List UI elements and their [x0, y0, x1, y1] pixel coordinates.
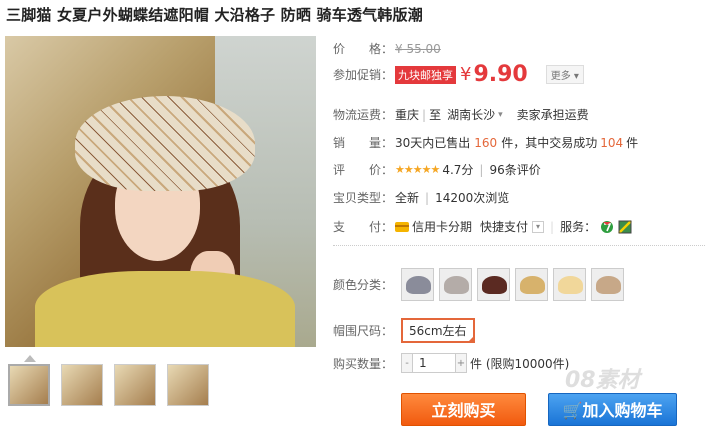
color-swatch-3[interactable]: [477, 268, 510, 301]
swatch-hat-shape: [482, 276, 507, 294]
product-type-label: 宝贝类型：: [333, 191, 394, 205]
price-row: 价 格： ¥ 55.00: [333, 40, 441, 57]
view-count: 14200次浏览: [435, 191, 510, 205]
promotion-badge: 九块邮独享: [395, 65, 456, 84]
rating-score: 4.7分: [442, 163, 474, 177]
quantity-input[interactable]: 1: [413, 353, 455, 373]
promo-price: 9.90: [473, 62, 528, 87]
color-swatch-4[interactable]: [515, 268, 548, 301]
rating-label: 评 价：: [333, 163, 394, 177]
success-count: 104: [600, 135, 624, 150]
add-to-cart-button[interactable]: 🛒加入购物车: [548, 393, 677, 426]
payment-label: 支 付：: [333, 220, 394, 234]
rating-separator: |: [479, 162, 484, 177]
payment-dropdown-icon[interactable]: ▾: [532, 220, 545, 233]
promotion-row: 参加促销： 九块邮独享 ¥ 9.90 更多 ▾: [333, 62, 584, 87]
price-label: 价 格：: [333, 42, 394, 56]
thumbnail-2[interactable]: [61, 364, 103, 406]
swatch-hat-shape: [444, 276, 469, 294]
swatch-hat-shape: [406, 276, 431, 294]
cart-icon: 🛒: [562, 401, 583, 420]
image-hat: [75, 96, 255, 191]
shipping-row: 物流运费： 重庆 | 至 湖南长沙 ▾ 卖家承担运费: [333, 106, 589, 123]
color-swatch-2[interactable]: [439, 268, 472, 301]
star-rating-icon: ★★★★★: [395, 163, 440, 176]
color-swatch-5[interactable]: [553, 268, 586, 301]
quantity-plus-button[interactable]: +: [455, 353, 467, 373]
sales-prefix: 30天内已售出: [395, 136, 471, 150]
service-guarantee-icon[interactable]: [618, 219, 632, 234]
thumbnail-pointer-icon: [24, 355, 36, 362]
rating-row: 评 价： ★★★★★ 4.7分 | 96条评价: [333, 161, 541, 178]
shipping-fee: 卖家承担运费: [516, 108, 589, 122]
shipping-label: 物流运费：: [333, 108, 394, 122]
credit-installment-link[interactable]: 信用卡分期: [412, 218, 472, 235]
product-title: 三脚猫 女夏户外蝴蝶结遮阳帽 大沿格子 防晒 骑车透气韩版潮: [6, 6, 423, 24]
color-swatch-1[interactable]: [401, 268, 434, 301]
shipping-separator: |: [422, 107, 427, 122]
size-option-selected[interactable]: 56cm左右: [401, 318, 475, 343]
quantity-label: 购买数量：: [333, 356, 394, 371]
main-product-image[interactable]: [5, 36, 316, 347]
size-row: 帽围尺码： 56cm左右: [333, 318, 475, 343]
promotion-label: 参加促销：: [333, 68, 394, 82]
product-type-separator: |: [425, 190, 430, 205]
quantity-limit-note: 件 (限购10000件): [470, 356, 570, 371]
destination-dropdown-icon[interactable]: ▾: [498, 110, 503, 120]
payment-separator-icon: |: [550, 219, 555, 234]
watermark-text: 08素材: [565, 368, 640, 393]
thumbnail-1[interactable]: [8, 364, 50, 406]
section-divider: [333, 245, 705, 246]
credit-card-icon: [395, 221, 409, 232]
product-type-value: 全新: [395, 191, 420, 205]
original-price: ¥ 55.00: [395, 41, 441, 56]
swatch-hat-shape: [520, 276, 545, 294]
shipping-to-prefix: 至: [429, 108, 442, 122]
sales-row: 销 量： 30天内已售出 160 件，其中交易成功 104 件: [333, 134, 638, 151]
service-label: 服务：: [560, 220, 597, 234]
quantity-row: 购买数量： - 1 + 件 (限购10000件): [333, 353, 569, 373]
quick-pay-link[interactable]: 快捷支付: [480, 218, 528, 235]
sold-count: 160: [474, 135, 498, 150]
shipping-destination[interactable]: 湖南长沙: [447, 106, 495, 123]
image-coat: [35, 271, 295, 347]
add-to-cart-label: 加入购物车: [582, 401, 663, 420]
sales-mid: 件，其中交易成功: [501, 136, 598, 150]
swatch-hat-shape: [558, 276, 583, 294]
thumbnail-strip: [8, 364, 209, 406]
seven-day-return-icon[interactable]: [600, 220, 614, 234]
payment-row: 支 付： 信用卡分期 快捷支付 ▾ | 服务：: [333, 218, 632, 235]
color-label: 颜色分类：: [333, 278, 394, 292]
thumbnail-3[interactable]: [114, 364, 156, 406]
currency-symbol: ¥: [460, 64, 472, 85]
product-type-row: 宝贝类型： 全新 | 14200次浏览: [333, 189, 509, 206]
shipping-from: 重庆: [395, 108, 420, 122]
reviews-link[interactable]: 96条评价: [489, 161, 540, 178]
color-row: 颜色分类：: [333, 268, 624, 301]
size-label: 帽围尺码：: [333, 324, 394, 338]
quantity-minus-button[interactable]: -: [401, 353, 413, 373]
more-promotions-button[interactable]: 更多 ▾: [545, 65, 584, 84]
color-swatch-6[interactable]: [591, 268, 624, 301]
sales-label: 销 量：: [333, 136, 394, 150]
buy-now-button[interactable]: 立刻购买: [401, 393, 526, 426]
thumbnail-4[interactable]: [167, 364, 209, 406]
sales-suffix: 件: [626, 136, 639, 150]
quantity-stepper: - 1 +: [401, 353, 467, 373]
swatch-hat-shape: [596, 276, 621, 294]
color-swatches: [401, 268, 624, 301]
